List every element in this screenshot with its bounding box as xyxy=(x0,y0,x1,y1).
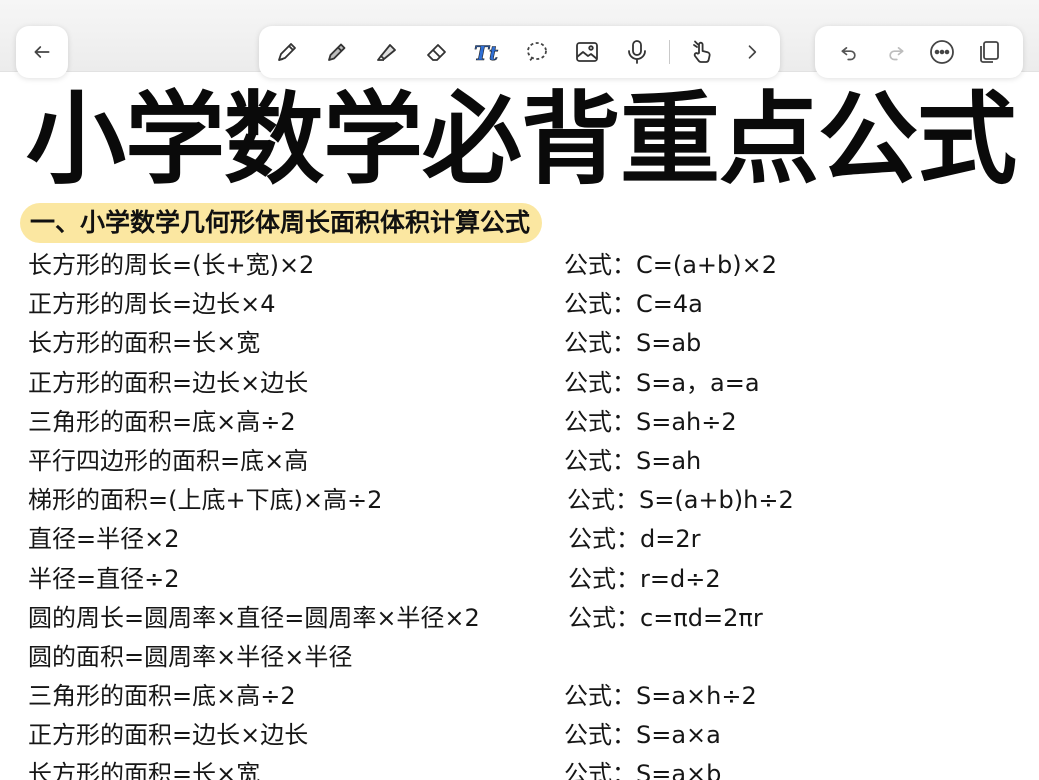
microphone-icon[interactable] xyxy=(619,34,655,70)
formula-text: 长方形的周长=(长+宽)×2 xyxy=(28,251,315,279)
formula-row: 圆的周长=圆周率×直径=圆周率×半径×2 公式：c=πd=2πr xyxy=(0,599,1039,638)
formula-symbolic: 公式：C=4a xyxy=(564,290,703,319)
back-button[interactable] xyxy=(16,26,68,78)
more-icon[interactable] xyxy=(924,34,960,70)
formula-text: 长方形的面积=长×宽 xyxy=(28,760,261,780)
formula-text: 正方形的面积=边长×边长 xyxy=(28,721,309,750)
arrow-left-icon xyxy=(24,34,60,70)
formula-symbolic: 公式：d=2r xyxy=(568,525,701,554)
redo-icon[interactable] xyxy=(878,34,914,70)
text-tool-icon[interactable]: Tt xyxy=(469,34,505,70)
formula-text: 三角形的面积=底×高÷2 xyxy=(28,682,296,711)
formula-text: 梯形的面积=(上底+下底)×高÷2 xyxy=(28,486,383,515)
toolbar-separator xyxy=(669,40,670,64)
undo-icon[interactable] xyxy=(831,34,867,70)
formula-text: 平行四边形的面积=底×高 xyxy=(28,446,309,475)
touch-hand-icon[interactable] xyxy=(684,34,720,70)
formula-row: 三角形的面积=底×高÷2 公式：S=ah÷2 xyxy=(0,403,1039,442)
formula-symbolic: 公式：S=a×h÷2 xyxy=(564,682,757,711)
formula-symbolic: 公式：r=d÷2 xyxy=(568,564,721,593)
pencil-icon[interactable] xyxy=(319,34,355,70)
formula-text: 长方形的面积=长×宽 xyxy=(28,329,261,358)
formula-text: 直径=半径×2 xyxy=(28,525,180,554)
formula-symbolic: 公式：c=πd=2πr xyxy=(568,603,763,632)
formula-row: 长方形的面积=长×宽 公式：S=ab xyxy=(0,324,1039,363)
formula-text: 圆的面积=圆周率×半径×半径 xyxy=(28,642,353,671)
formula-row: 三角形的面积=底×高÷2 公式：S=a×h÷2 xyxy=(0,677,1039,716)
formula-row: 正方形的面积=边长×边长 公式：S=a×a xyxy=(0,716,1039,755)
page-title: 小学数学必背重点公式 xyxy=(26,81,1017,198)
section-heading: 一、小学数学几何形体周长面积体积计算公式 xyxy=(20,203,543,243)
drawing-tools-bar: Tt xyxy=(259,26,780,78)
formula-symbolic: 公式：S=ah÷2 xyxy=(564,407,737,436)
formula-row: 直径=半径×2 公式：d=2r xyxy=(0,520,1039,559)
formula-row: 圆的面积=圆周率×半径×半径 xyxy=(0,638,1039,677)
formula-list: 长方形的周长=(长+宽)×2 公式：C=(a+b)×2 正方形的周长=边长×4 … xyxy=(0,246,1039,780)
formula-symbolic: 公式：S=a×b xyxy=(564,760,722,780)
formula-row: 正方形的周长=边长×4 公式：C=4a xyxy=(0,285,1039,324)
pages-icon[interactable] xyxy=(971,34,1007,70)
formula-text: 三角形的面积=底×高÷2 xyxy=(28,407,296,436)
formula-symbolic: 公式：S=(a+b)h÷2 xyxy=(567,486,794,515)
formula-text: 正方形的面积=边长×边长 xyxy=(28,368,309,397)
formula-row: 长方形的周长=(长+宽)×2 公式：C=(a+b)×2 xyxy=(0,246,1039,285)
chevron-right-icon[interactable] xyxy=(734,34,770,70)
formula-symbolic: 公式：C=(a+b)×2 xyxy=(564,251,778,279)
formula-row: 半径=直径÷2 公式：r=d÷2 xyxy=(0,560,1039,599)
action-bar xyxy=(815,26,1023,78)
formula-row: 梯形的面积=(上底+下底)×高÷2 公式：S=(a+b)h÷2 xyxy=(0,481,1039,520)
formula-symbolic: 公式：S=a，a=a xyxy=(564,368,760,397)
lasso-icon[interactable] xyxy=(519,34,555,70)
formula-symbolic: 公式：S=ah xyxy=(564,446,702,475)
formula-text: 正方形的周长=边长×4 xyxy=(28,290,276,319)
text-tool-label: Tt xyxy=(474,41,499,65)
highlighter-icon[interactable] xyxy=(369,34,405,70)
formula-row: 长方形的面积=长×宽 公式：S=a×b xyxy=(0,755,1039,780)
formula-row: 正方形的面积=边长×边长 公式：S=a，a=a xyxy=(0,364,1039,403)
formula-row: 平行四边形的面积=底×高 公式：S=ah xyxy=(0,442,1039,481)
eraser-icon[interactable] xyxy=(419,34,455,70)
formula-text: 圆的周长=圆周率×直径=圆周率×半径×2 xyxy=(28,603,480,632)
image-icon[interactable] xyxy=(569,34,605,70)
formula-symbolic: 公式：S=ab xyxy=(564,329,702,358)
formula-symbolic: 公式：S=a×a xyxy=(564,721,721,750)
formula-text: 半径=直径÷2 xyxy=(28,564,180,593)
pen-icon[interactable] xyxy=(269,34,305,70)
